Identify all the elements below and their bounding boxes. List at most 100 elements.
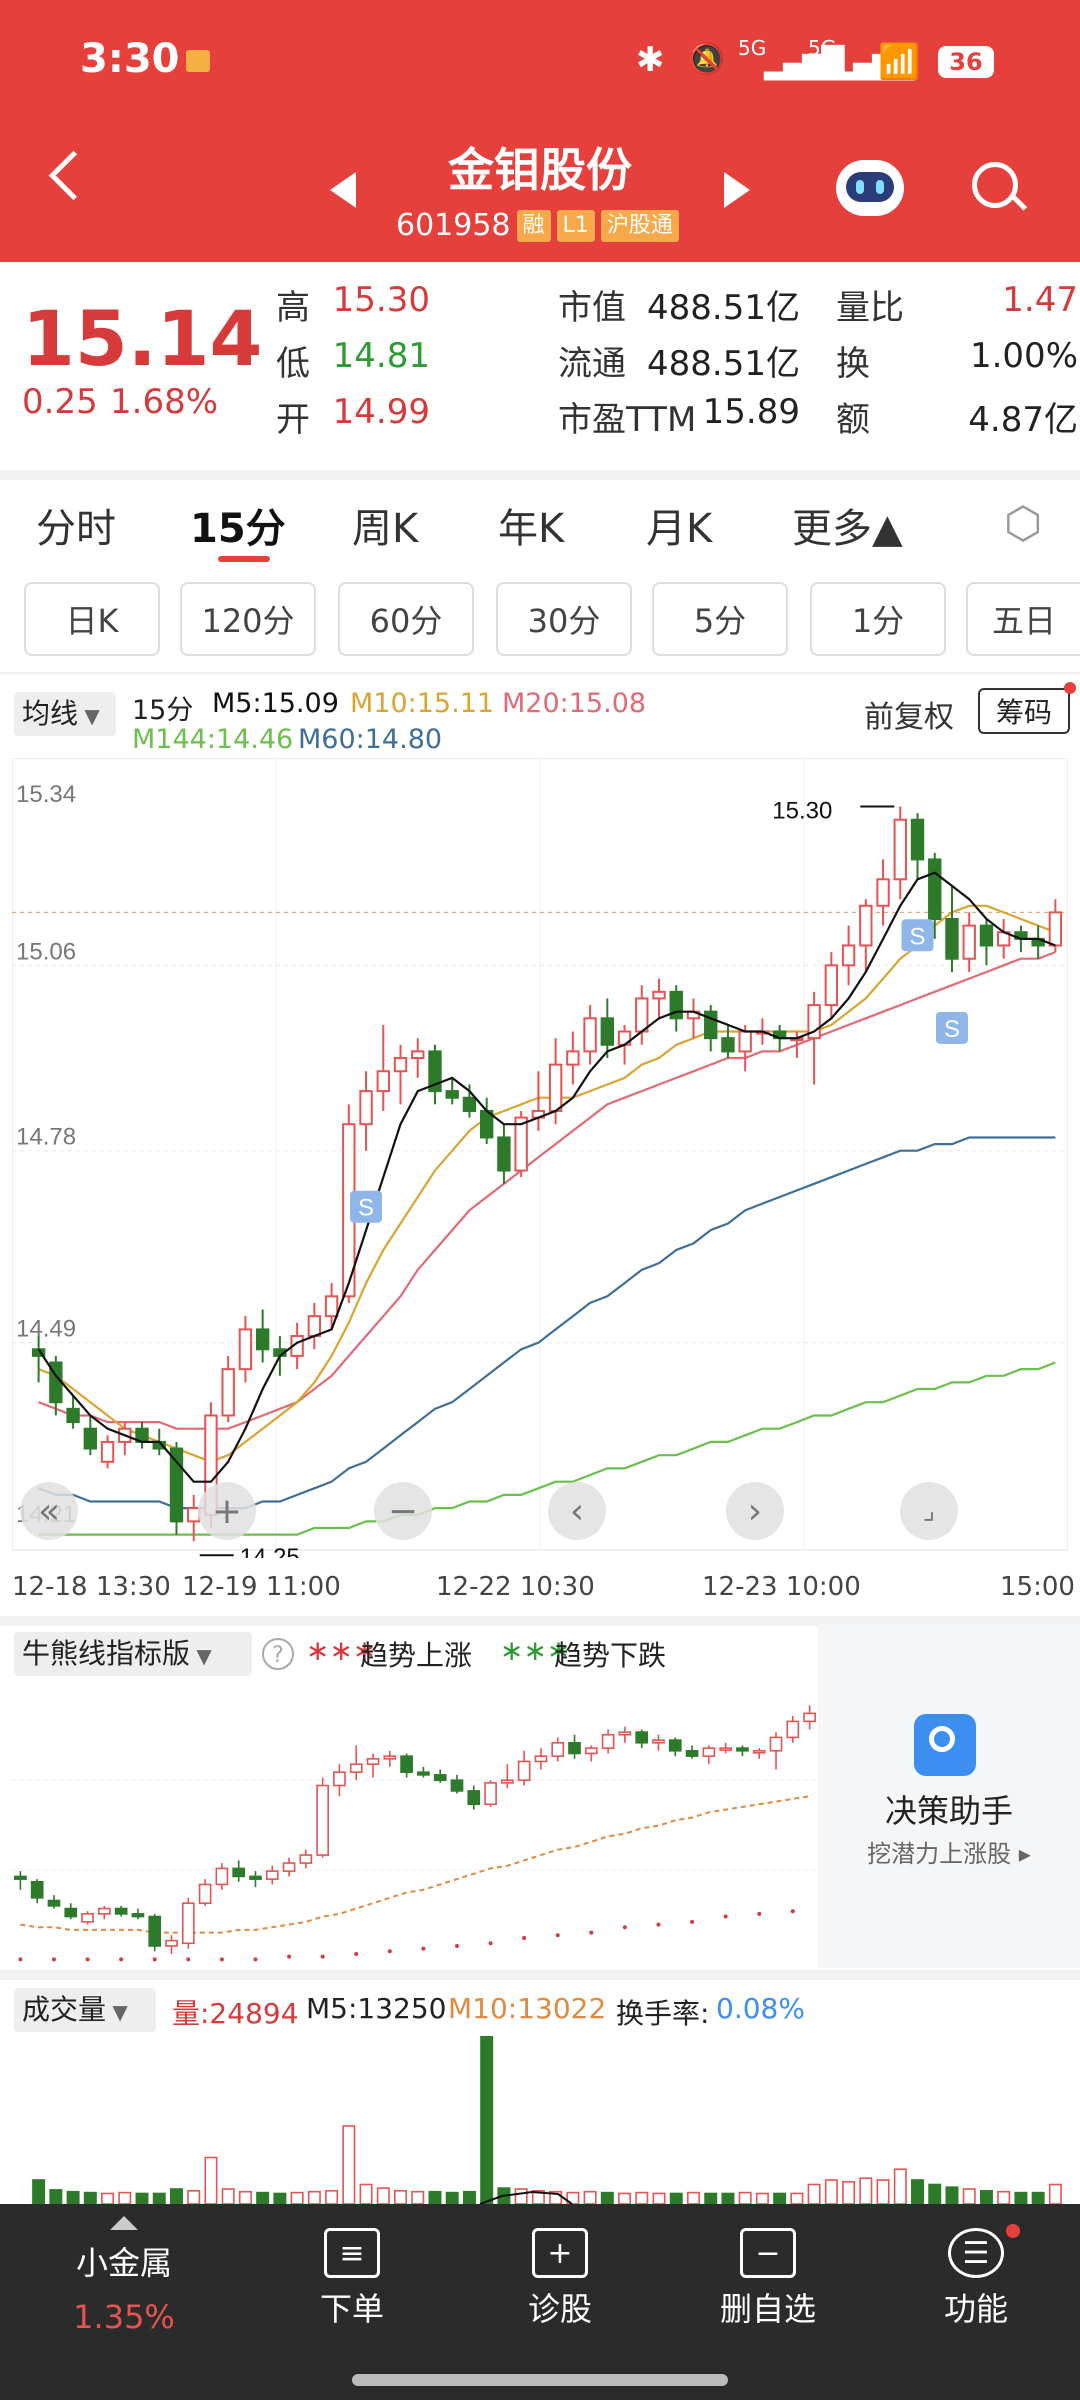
volume-selector[interactable]: 成交量 ▼	[14, 1988, 156, 2032]
period-120[interactable]: 120分	[180, 582, 316, 656]
volume-bar	[187, 2190, 201, 2204]
nav-order[interactable]: ≡ 下单	[282, 2204, 422, 2330]
quote-label: 额	[836, 400, 870, 440]
candle	[1048, 911, 1063, 947]
nav-diagnose-label: 诊股	[527, 2290, 592, 2328]
quote-value: 1.00%	[969, 336, 1078, 376]
candle	[359, 1090, 373, 1126]
notification-icon	[186, 50, 210, 72]
next-stock-icon[interactable]	[724, 172, 750, 208]
candle	[333, 1771, 346, 1787]
nav-remove-watch[interactable]: − 删自选	[698, 2204, 838, 2330]
help-icon[interactable]: ?	[262, 1638, 294, 1670]
period-30[interactable]: 30分	[496, 582, 632, 656]
assistant-card[interactable]: 决策助手 挖潜力上涨股 ▸	[818, 1624, 1080, 1968]
zoom-out-icon[interactable]: −	[374, 1482, 432, 1540]
trend-dot	[253, 1957, 258, 1962]
nav-functions-label: 功能	[943, 2290, 1008, 2328]
indicator-selector[interactable]: 牛熊线指标版 ▼	[14, 1632, 252, 1676]
period-day[interactable]: 日K	[24, 582, 160, 656]
period-60[interactable]: 60分	[338, 582, 474, 656]
tab-more[interactable]: 更多▲	[792, 496, 903, 554]
volume-bar	[721, 2192, 735, 2204]
nav-diagnose[interactable]: + 诊股	[490, 2204, 630, 2330]
scroll-left-fast-icon[interactable]: «	[20, 1482, 78, 1540]
candle	[719, 1747, 732, 1751]
sell-marker-label: S	[358, 1195, 374, 1222]
stock-code: 601958	[396, 208, 511, 243]
period-5[interactable]: 5分	[652, 582, 788, 656]
x-label: 12-19 11:00	[182, 1572, 341, 1602]
active-tab-indicator	[218, 556, 270, 562]
volume-bar	[979, 2190, 993, 2204]
candle	[721, 1037, 735, 1053]
robot-assistant-icon[interactable]	[836, 160, 904, 216]
wifi-icon: 📶	[878, 42, 921, 82]
trend-up-label: 趋势上涨	[360, 1639, 473, 1672]
zoom-in-icon[interactable]: +	[198, 1482, 256, 1540]
fq-toggle[interactable]: 前复权	[864, 692, 954, 736]
candle	[635, 997, 649, 1033]
candle	[433, 1774, 447, 1782]
current-price: 15.14	[22, 294, 263, 383]
candle	[181, 1902, 195, 1945]
candle	[198, 1883, 212, 1904]
candle	[945, 918, 959, 960]
quote-value: 14.81	[332, 336, 430, 376]
volume-bar	[256, 2191, 270, 2204]
volume-bar	[221, 2188, 235, 2204]
kline-chart[interactable]: 15.3415.0614.7814.4914.21SSS15.3014.25	[12, 758, 1068, 1558]
volume-bar	[66, 2190, 80, 2204]
candle	[316, 1784, 329, 1856]
tab-year[interactable]: 年K	[498, 496, 564, 554]
trend-dot	[387, 1949, 392, 1954]
scroll-right-icon[interactable]: ›	[726, 1482, 784, 1540]
period-1[interactable]: 1分	[810, 582, 946, 656]
sector-item[interactable]: 小金属 1.35%	[54, 2204, 194, 2336]
badge-margin: 融	[516, 209, 551, 242]
volume-bar	[169, 2188, 183, 2204]
settings-hex-icon[interactable]: ⬡	[1004, 498, 1042, 549]
bull-bear-line	[20, 1795, 810, 1934]
badge-level: L1	[556, 209, 595, 242]
fullscreen-icon[interactable]: ⌟	[900, 1482, 958, 1540]
volume-bar	[101, 2192, 115, 2204]
candle	[376, 1070, 390, 1093]
scroll-left-icon[interactable]: ‹	[548, 1482, 606, 1540]
chip-button[interactable]: 筹码	[978, 688, 1070, 734]
trend-dot	[152, 1957, 157, 1962]
quote-label: 流通	[558, 344, 626, 384]
signal-5g-label: 5G	[738, 36, 767, 60]
candle	[349, 1763, 363, 1773]
candle	[467, 1790, 481, 1806]
status-time: 3:30	[80, 36, 180, 82]
candle	[497, 1136, 511, 1172]
volume-bar	[997, 2190, 1011, 2204]
battery-icon: 36	[938, 46, 994, 78]
tab-timeshare[interactable]: 分时	[36, 496, 116, 554]
candle	[307, 1315, 322, 1338]
ma-selector[interactable]: 均线 ▼	[14, 692, 116, 736]
trend-dot	[454, 1943, 459, 1948]
volume-bar	[307, 2190, 321, 2204]
trend-dot	[555, 1933, 560, 1938]
candle	[255, 1328, 270, 1351]
signal-5g-label-2: 5G	[808, 36, 837, 60]
ma-period: 15分	[132, 695, 194, 726]
candle	[215, 1867, 229, 1886]
tab-15min[interactable]: 15分	[190, 496, 286, 554]
candle	[450, 1779, 464, 1792]
ma5-value: M5:15.09	[212, 688, 339, 719]
trend-dot	[421, 1946, 426, 1951]
candle	[47, 1899, 61, 1907]
ma-selector-label: 均线	[22, 697, 79, 730]
search-icon[interactable]	[972, 162, 1018, 208]
period-5day[interactable]: 五日	[966, 582, 1080, 656]
volume-bar	[135, 2192, 149, 2204]
tab-month[interactable]: 月K	[646, 496, 712, 554]
volume-bar	[773, 2192, 787, 2204]
trend-dot	[85, 1957, 90, 1962]
tab-week[interactable]: 周K	[352, 496, 418, 554]
trend-dot	[51, 1957, 56, 1962]
nav-functions[interactable]: ☰ 功能	[906, 2204, 1046, 2330]
